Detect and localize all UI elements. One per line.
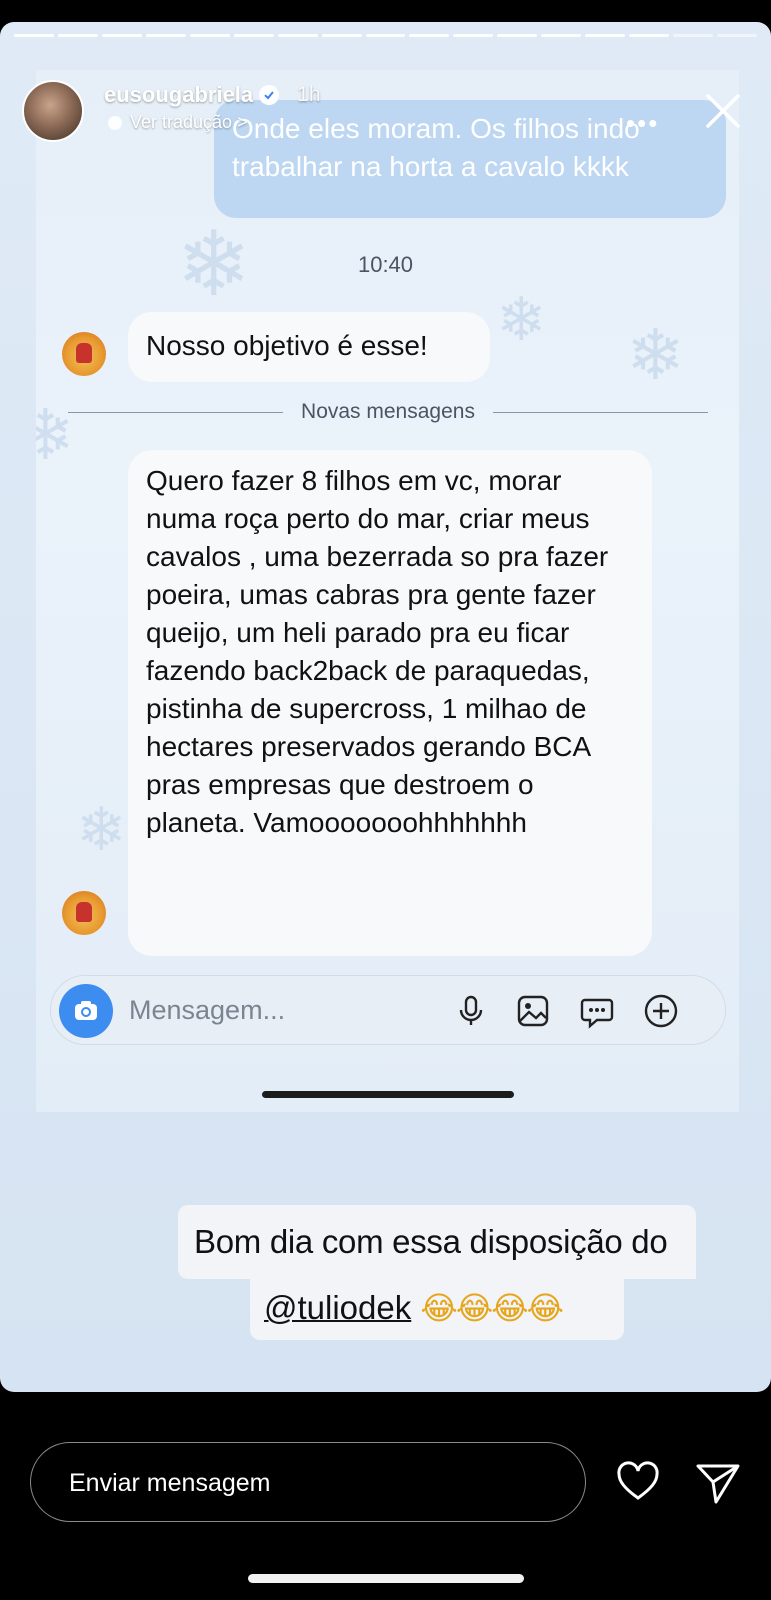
divider-line [68, 411, 284, 413]
story-caption-line1: Bom dia com essa disposição do [178, 1205, 696, 1279]
more-options-icon[interactable]: ••• [626, 108, 659, 139]
new-messages-label: Novas mensagens [301, 400, 475, 423]
message-timestamp: 10:40 [357, 252, 414, 277]
username[interactable]: eusougabriela [104, 82, 253, 108]
snowflake-icon: ❄ [626, 316, 685, 394]
progress-segment [453, 34, 494, 37]
received-message-bubble: Quero fazer 8 filhos em vc, morar numa r… [128, 450, 652, 956]
snowflake-icon: ❄ [76, 796, 127, 863]
gallery-icon[interactable] [515, 993, 551, 1029]
progress-segment [673, 34, 713, 37]
progress-segment [365, 34, 406, 37]
message-input[interactable]: Mensagem... [129, 995, 285, 1026]
see-translation-link[interactable]: Ver tradução > [108, 112, 248, 133]
progress-segment [541, 34, 582, 37]
see-translation-label: Ver tradução > [130, 112, 248, 132]
story-frame: ❄ ❄ ❄ ❄ ❄ eusougabriela 1h Ver tradução … [0, 22, 771, 1392]
sender-avatar [62, 891, 106, 935]
progress-segment [57, 34, 98, 37]
progress-segment [497, 34, 538, 37]
story-progress-bar [14, 34, 757, 37]
translate-icon [108, 115, 122, 130]
laughing-emoji: 😂😂😂😂 [420, 1289, 564, 1327]
story-caption-line2: @tuliodek 😂😂😂😂 [250, 1278, 624, 1340]
close-icon[interactable] [700, 88, 746, 134]
sticker-icon[interactable] [579, 993, 615, 1029]
progress-segment [629, 34, 670, 37]
new-messages-divider: Novas mensagens [68, 400, 708, 423]
home-indicator [262, 1091, 514, 1098]
verified-badge-icon [259, 85, 280, 105]
progress-segment [321, 34, 362, 37]
progress-segment [409, 34, 450, 37]
camera-icon[interactable] [59, 984, 113, 1038]
avatar[interactable] [22, 80, 84, 142]
add-icon[interactable] [643, 993, 679, 1029]
snowflake-icon: ❄ [496, 286, 547, 353]
progress-segment [14, 34, 54, 37]
sender-avatar [62, 332, 106, 376]
progress-segment [717, 34, 757, 37]
heart-icon[interactable] [614, 1458, 662, 1506]
progress-segment [585, 34, 626, 37]
reply-input[interactable]: Enviar mensagem [30, 1442, 586, 1522]
mention-link[interactable]: @tuliodek [264, 1289, 411, 1326]
progress-segment [189, 34, 230, 37]
progress-segment [145, 34, 186, 37]
home-indicator [248, 1574, 524, 1583]
microphone-icon[interactable] [453, 993, 489, 1029]
story-header: eusougabriela 1h Ver tradução > ••• [0, 52, 771, 142]
reply-placeholder: Enviar mensagem [69, 1469, 271, 1497]
message-composer[interactable]: Mensagem... [50, 975, 726, 1045]
divider-line [492, 411, 708, 413]
progress-segment [233, 34, 274, 37]
username-row[interactable]: eusougabriela 1h [104, 82, 321, 108]
send-icon[interactable] [694, 1458, 742, 1506]
received-message-bubble: Nosso objetivo é esse! [128, 312, 490, 382]
story-age: 1h [297, 83, 321, 106]
progress-segment [101, 34, 142, 37]
progress-segment [277, 34, 318, 37]
